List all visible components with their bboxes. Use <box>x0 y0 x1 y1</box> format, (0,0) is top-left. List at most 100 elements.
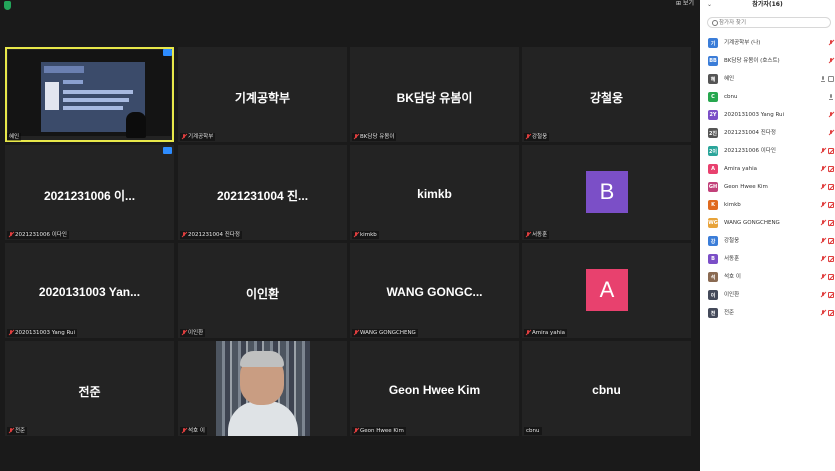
video-tile[interactable]: 석호 이 <box>178 341 347 436</box>
avatar: GH <box>708 182 718 192</box>
name-tag: 이인환 <box>180 329 206 337</box>
view-button[interactable]: ⊞ 보기 <box>676 0 694 8</box>
name-tag: Geon Hwee Kim <box>352 427 406 435</box>
participant-row[interactable]: 2진 2021231004 진다정 <box>700 124 835 142</box>
participant-name: kimkb <box>724 202 741 208</box>
mic-off-icon[interactable] <box>821 184 825 190</box>
name-tag: 강철웅 <box>524 133 550 141</box>
mic-off-icon[interactable] <box>821 148 825 154</box>
video-tile[interactable]: BK담당 유봄이 BK담당 유봄이 <box>350 47 519 142</box>
camera-off-icon[interactable] <box>828 238 834 244</box>
avatar: 기 <box>708 38 718 48</box>
mic-off-icon <box>9 232 13 238</box>
video-tile[interactable]: 2020131003 Yan... 2020131003 Yang Rui <box>5 243 174 338</box>
participant-name: BK담당 유봄이 <box>396 91 473 105</box>
video-tile[interactable]: 2021231006 이... 2021231006 이다인 <box>5 145 174 240</box>
video-tile[interactable]: cbnu cbnu <box>522 341 691 436</box>
camera-icon[interactable] <box>828 76 834 82</box>
avatar: K <box>708 200 718 210</box>
participant-name: 강철웅 <box>589 91 624 105</box>
more-options-icon[interactable] <box>163 147 172 154</box>
mic-icon[interactable] <box>829 94 833 100</box>
participant-name: 석호 이 <box>724 274 741 280</box>
camera-off-icon[interactable] <box>828 202 834 208</box>
participants-title: 참가자(16) <box>752 1 783 8</box>
participant-name: 전준 <box>78 385 101 399</box>
participant-row[interactable]: 2Y 2020131003 Yang Rui <box>700 106 835 124</box>
participant-name: 이인환 <box>724 292 740 298</box>
video-tile[interactable]: WANG GONGC... WANG GONGCHENG <box>350 243 519 338</box>
mic-off-icon[interactable] <box>829 112 833 118</box>
participant-name: 전준 <box>724 310 735 316</box>
participant-row[interactable]: A Amira yahia <box>700 160 835 178</box>
camera-off-icon[interactable] <box>828 310 834 316</box>
name-tag: WANG GONGCHENG <box>352 329 418 337</box>
avatar: WG <box>708 218 718 228</box>
mic-off-icon[interactable] <box>821 166 825 172</box>
participant-name: 강철웅 <box>724 238 740 244</box>
mic-off-icon[interactable] <box>821 310 825 316</box>
participant-row[interactable]: 혜 혜인 <box>700 70 835 88</box>
camera-off-icon[interactable] <box>828 274 834 280</box>
participant-name: Geon Hwee Kim <box>388 383 481 397</box>
video-tile[interactable]: 2021231004 진... 2021231004 진다정 <box>178 145 347 240</box>
participants-panel: ⌄ 참가자(16) 기기계공학부 (나)BBBK담당 유봄이 (호스트)혜혜인C… <box>700 0 835 471</box>
participant-row[interactable]: BB BK담당 유봄이 (호스트) <box>700 52 835 70</box>
avatar: 전 <box>708 308 718 318</box>
participant-row[interactable]: B 서동훈 <box>700 250 835 268</box>
participant-row[interactable]: GH Geon Hwee Kim <box>700 178 835 196</box>
more-options-icon[interactable] <box>163 49 172 56</box>
avatar: 혜 <box>708 74 718 84</box>
avatar: 강 <box>708 236 718 246</box>
camera-off-icon[interactable] <box>828 256 834 262</box>
camera-off-icon[interactable] <box>828 292 834 298</box>
video-tile[interactable]: 혜인 <box>5 47 174 142</box>
video-tile[interactable]: kimkb kimkb <box>350 145 519 240</box>
mic-off-icon[interactable] <box>821 202 825 208</box>
mic-off-icon[interactable] <box>829 58 833 64</box>
name-tag-label: Amira yahia <box>532 330 566 336</box>
camera-off-icon[interactable] <box>828 220 834 226</box>
participant-photo <box>216 341 310 436</box>
video-tile[interactable]: Geon Hwee Kim Geon Hwee Kim <box>350 341 519 436</box>
name-tag: 기계공학부 <box>180 133 216 141</box>
mic-off-icon[interactable] <box>829 130 833 136</box>
participant-row[interactable]: 2이 2021231006 이다인 <box>700 142 835 160</box>
camera-off-icon[interactable] <box>828 166 834 172</box>
mic-off-icon[interactable] <box>821 274 825 280</box>
video-tile[interactable]: 기계공학부 기계공학부 <box>178 47 347 142</box>
video-tile[interactable]: 전준 전준 <box>5 341 174 436</box>
participant-row[interactable]: 이 이인환 <box>700 286 835 304</box>
mic-off-icon[interactable] <box>821 256 825 262</box>
avatar: 2Y <box>708 110 718 120</box>
video-tile[interactable]: A Amira yahia <box>522 243 691 338</box>
participant-name: 기계공학부 <box>234 91 291 105</box>
name-tag: 서동훈 <box>524 231 550 239</box>
avatar: A <box>586 269 628 311</box>
participant-row[interactable]: Kkimkb <box>700 196 835 214</box>
participant-name: 혜인 <box>724 76 735 82</box>
name-tag: kimkb <box>352 231 379 239</box>
participant-name: cbnu <box>724 94 738 100</box>
mic-off-icon[interactable] <box>821 238 825 244</box>
mic-icon[interactable] <box>821 76 825 82</box>
mic-off-icon[interactable] <box>829 40 833 46</box>
participant-row[interactable]: Ccbnu <box>700 88 835 106</box>
participant-search[interactable] <box>707 17 831 28</box>
video-tile[interactable]: 강철웅 강철웅 <box>522 47 691 142</box>
participant-row[interactable]: 석 석호 이 <box>700 268 835 286</box>
participant-row[interactable]: 강 강철웅 <box>700 232 835 250</box>
participant-row[interactable]: 전 전준 <box>700 304 835 322</box>
mic-off-icon[interactable] <box>821 220 825 226</box>
mic-off-icon[interactable] <box>821 292 825 298</box>
camera-off-icon[interactable] <box>828 148 834 154</box>
participant-row[interactable]: WG WANG GONGCHENG <box>700 214 835 232</box>
mic-off-icon <box>526 134 530 140</box>
video-tile[interactable]: B 서동훈 <box>522 145 691 240</box>
participant-row[interactable]: 기 기계공학부 (나) <box>700 34 835 52</box>
name-tag-label: 석호 이 <box>188 428 205 434</box>
video-tile[interactable]: 이인환 이인환 <box>178 243 347 338</box>
search-input[interactable] <box>719 19 819 26</box>
camera-off-icon[interactable] <box>828 184 834 190</box>
shield-icon[interactable] <box>4 1 11 10</box>
